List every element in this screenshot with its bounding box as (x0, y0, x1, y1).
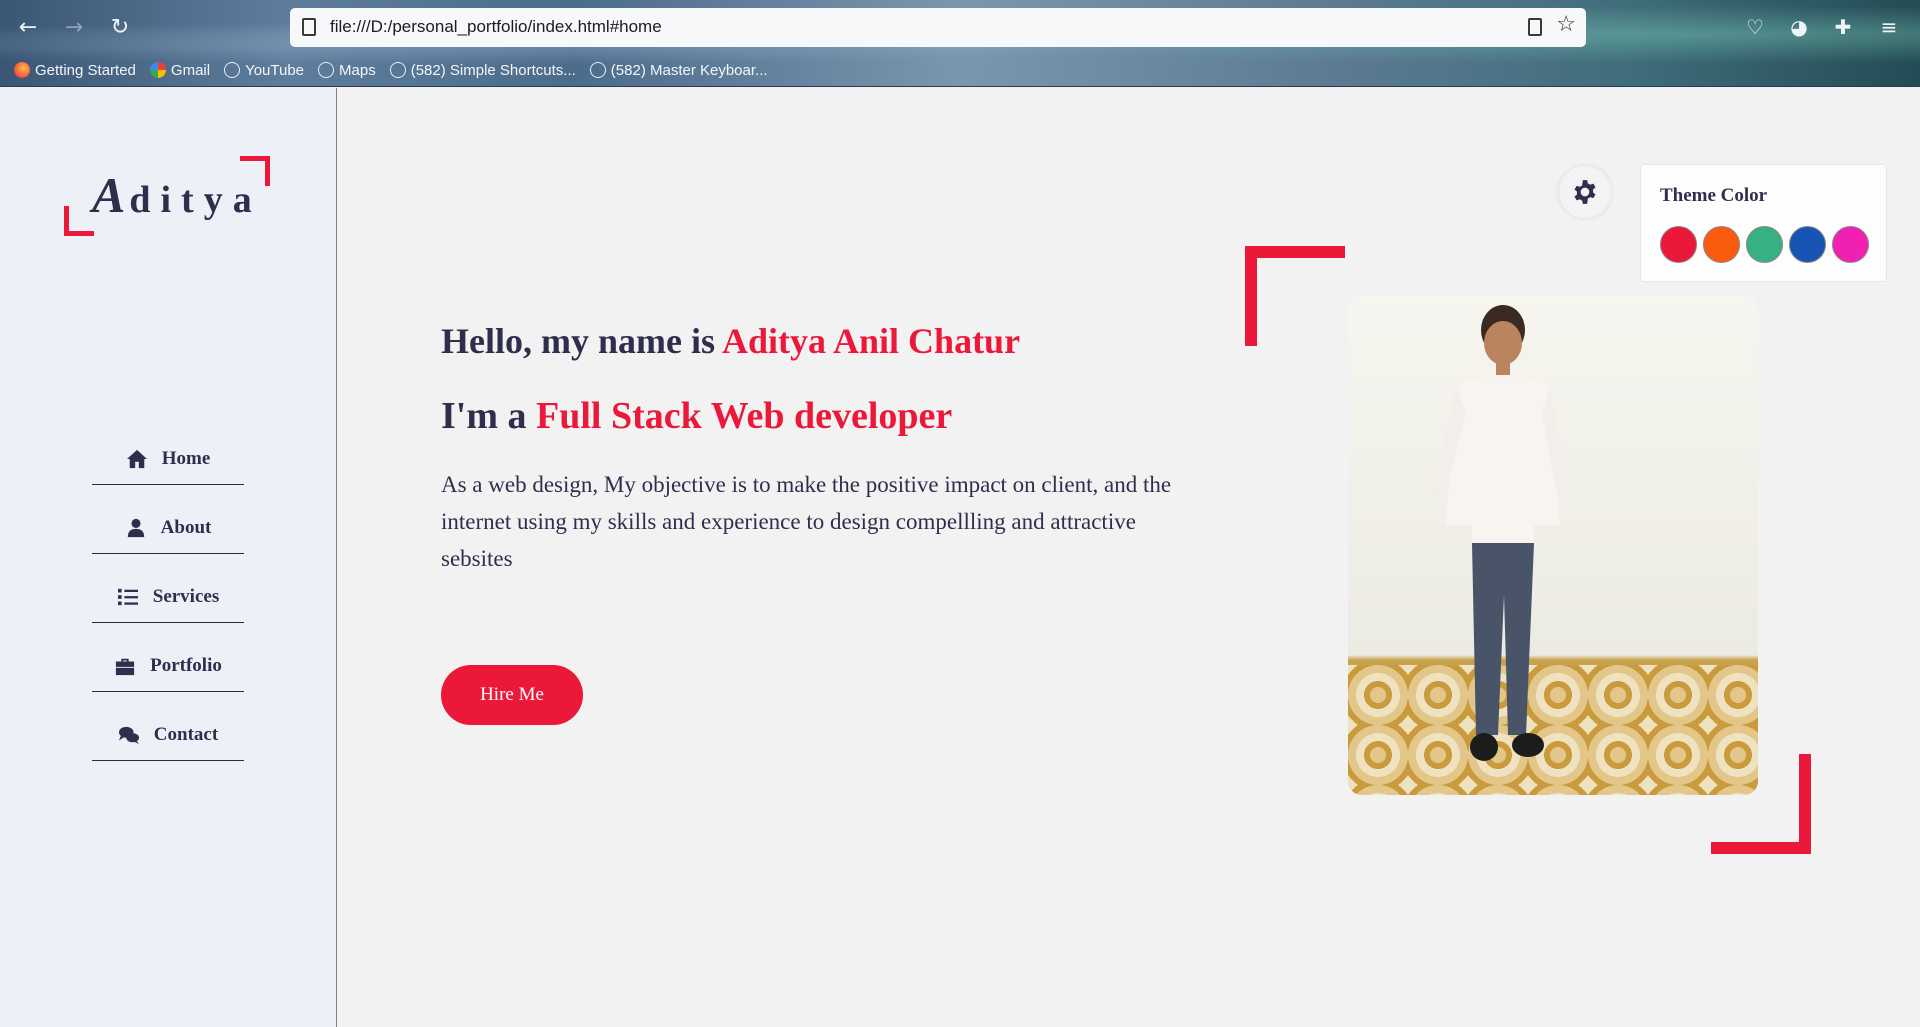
reload-icon[interactable]: ↻ (106, 14, 134, 42)
role-prefix: I'm a (441, 395, 536, 437)
sidebar-nav: Home About Services Portfolio Contact (92, 416, 244, 761)
nav-item-services[interactable]: Services (92, 554, 244, 623)
globe-icon (318, 62, 335, 78)
logo[interactable]: Aditya (64, 156, 270, 236)
logo-rest: ditya (129, 179, 262, 221)
person-figure (1432, 305, 1568, 761)
theme-title: Theme Color (1660, 185, 1768, 206)
nav-label: Contact (153, 724, 219, 745)
bookmark-youtube[interactable]: YouTube (224, 59, 304, 81)
bookmark-label: YouTube (245, 61, 305, 79)
bookmark-simple-shortcuts[interactable]: (582) Simple Shortcuts... (389, 59, 576, 81)
home-icon (126, 449, 147, 469)
nav-item-home[interactable]: Home (92, 416, 244, 485)
settings-toggle-button[interactable] (1559, 166, 1611, 218)
globe-icon (589, 62, 606, 78)
photo-frame-top-left (1245, 246, 1345, 346)
hire-me-button[interactable]: Hire Me (441, 665, 583, 725)
firefox-icon (14, 62, 30, 78)
bookmark-label: Getting Started (35, 61, 136, 79)
bookmark-label: Gmail (170, 61, 211, 79)
bookmark-gmail[interactable]: Gmail (149, 59, 211, 81)
bookmark-maps[interactable]: Maps (318, 59, 376, 81)
color-swatch-pink[interactable] (1832, 226, 1869, 263)
globe-icon (224, 62, 241, 78)
forward-icon[interactable]: → (60, 14, 88, 42)
nav-item-contact[interactable]: Contact (92, 692, 244, 761)
google-icon (149, 62, 166, 78)
bookmarks-bar: Getting Started Gmail YouTube Maps (582)… (14, 59, 768, 81)
briefcase-icon (116, 658, 135, 676)
color-swatch-blue[interactable] (1789, 226, 1826, 263)
nav-label: Home (161, 448, 211, 469)
role-text: Full Stack Web developer (536, 395, 953, 437)
bookmark-label: (582) Simple Shortcuts... (410, 61, 576, 79)
extensions-icon[interactable]: ✚ (1828, 12, 1858, 42)
profile-photo (1348, 295, 1758, 795)
bookmark-master-keyboard[interactable]: (582) Master Keyboar... (589, 59, 768, 81)
comments-icon (118, 726, 139, 745)
address-bar[interactable]: file:///D:/personal_portfolio/index.html… (290, 8, 1586, 47)
reader-view-icon[interactable] (1528, 18, 1542, 36)
globe-icon (389, 62, 406, 78)
bookmark-star-icon[interactable]: ☆ (1556, 12, 1576, 37)
theme-color-panel: Theme Color (1640, 164, 1887, 282)
theme-swatches (1660, 226, 1869, 263)
page-icon (302, 18, 316, 36)
user-icon (127, 518, 144, 538)
account-icon[interactable]: ◕ (1784, 12, 1814, 42)
url-text[interactable]: file:///D:/personal_portfolio/index.html… (330, 17, 662, 37)
nav-label: Portfolio (150, 655, 222, 676)
home-section: Hello, my name is Aditya Anil Chatur I'm… (337, 88, 1920, 1027)
hero-greeting: Hello, my name is Aditya Anil Chatur (441, 320, 1020, 362)
color-swatch-red[interactable] (1660, 226, 1697, 263)
hero-role: I'm a Full Stack Web developer (441, 394, 952, 438)
greeting-prefix: Hello, my name is (441, 321, 722, 361)
logo-corner-bottom-left (64, 206, 94, 236)
menu-icon[interactable]: ≡ (1874, 12, 1904, 42)
nav-item-about[interactable]: About (92, 485, 244, 554)
gear-icon (1574, 180, 1596, 204)
color-swatch-orange[interactable] (1703, 226, 1740, 263)
bookmark-label: (582) Master Keyboar... (610, 61, 768, 79)
nav-item-portfolio[interactable]: Portfolio (92, 623, 244, 692)
back-icon[interactable]: ← (14, 14, 42, 42)
bookmark-label: Maps (339, 61, 376, 79)
color-swatch-green[interactable] (1746, 226, 1783, 263)
bookmark-getting-started[interactable]: Getting Started (14, 59, 136, 81)
pocket-icon[interactable]: ♡ (1740, 12, 1770, 42)
sidebar: Aditya Home About Services Portfolio Con… (0, 88, 337, 1027)
hero-name: Aditya Anil Chatur (722, 321, 1021, 361)
list-icon (117, 588, 138, 606)
logo-initial: A (92, 167, 130, 223)
nav-label: Services (152, 586, 220, 607)
logo-text: Aditya (92, 166, 262, 224)
browser-toolbar: ← → ↻ file:///D:/personal_portfolio/inde… (0, 0, 1920, 87)
nav-label: About (160, 517, 212, 538)
hero-description: As a web design, My objective is to make… (441, 472, 1172, 571)
